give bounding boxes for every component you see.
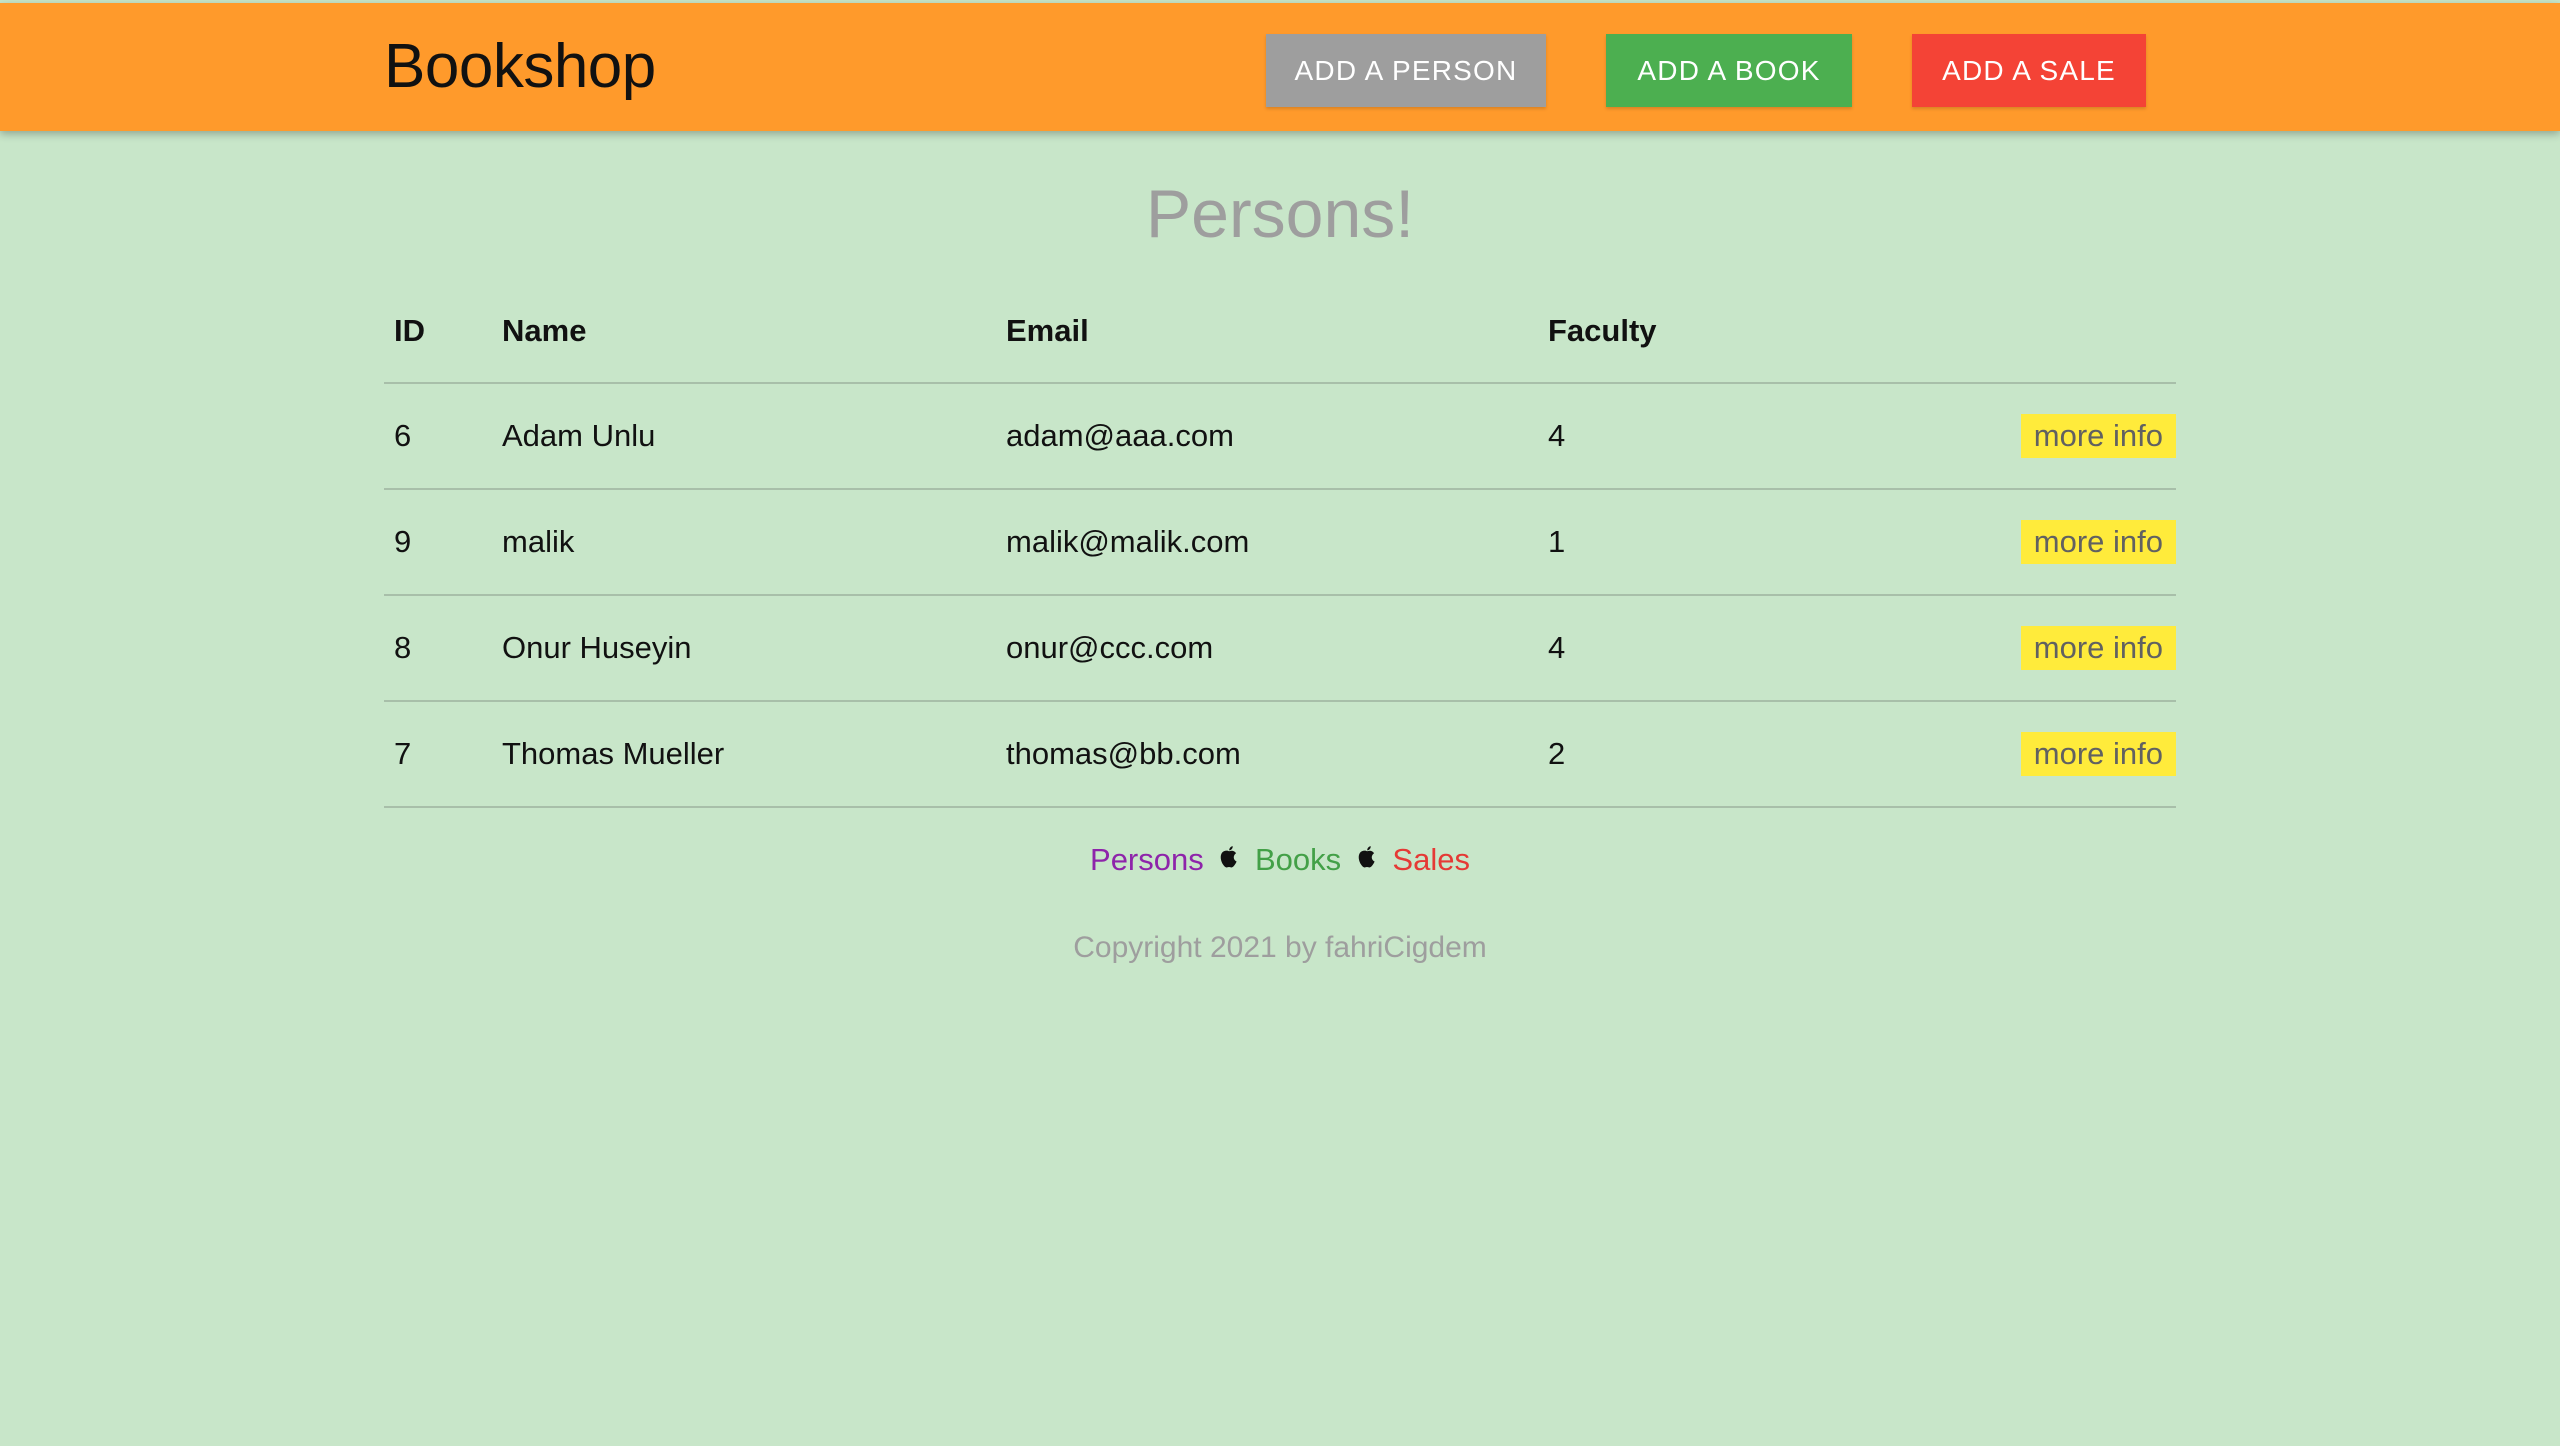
table-row: 8 Onur Huseyin onur@ccc.com 4 more info — [384, 595, 2176, 702]
column-header-id: ID — [384, 280, 492, 384]
table-row: 6 Adam Unlu adam@aaa.com 4 more info — [384, 383, 2176, 490]
cell-action: more info — [1848, 489, 2176, 596]
cell-email: adam@aaa.com — [996, 383, 1538, 490]
top-navbar: Bookshop ADD A PERSON ADD A BOOK ADD A S… — [0, 3, 2560, 131]
footer-link-books[interactable]: Books — [1255, 842, 1341, 877]
persons-table: ID Name Email Faculty 6 Adam Unlu adam@a… — [384, 280, 2176, 808]
cell-faculty: 4 — [1538, 383, 1848, 490]
cell-action: more info — [1848, 383, 2176, 490]
add-sale-button[interactable]: ADD A SALE — [1912, 34, 2146, 107]
apple-icon — [1219, 841, 1239, 877]
cell-name: Onur Huseyin — [492, 595, 996, 702]
column-header-name: Name — [492, 280, 996, 384]
more-info-button[interactable]: more info — [2020, 520, 2176, 564]
more-info-button[interactable]: more info — [2020, 732, 2176, 776]
cell-id: 8 — [384, 595, 492, 702]
cell-id: 9 — [384, 489, 492, 596]
cell-email: malik@malik.com — [996, 489, 1538, 596]
cell-email: thomas@bb.com — [996, 701, 1538, 808]
add-book-button[interactable]: ADD A BOOK — [1606, 34, 1852, 107]
page-title: Persons! — [1145, 176, 1415, 252]
copyright-text: Copyright 2021 by fahriCigdem — [1073, 931, 1487, 964]
cell-name: Thomas Mueller — [492, 701, 996, 808]
footer-link-sales[interactable]: Sales — [1392, 842, 1470, 877]
column-header-action — [1848, 280, 2176, 384]
more-info-button[interactable]: more info — [2020, 626, 2176, 670]
column-header-email: Email — [996, 280, 1538, 384]
cell-id: 7 — [384, 701, 492, 808]
table-header-row: ID Name Email Faculty — [384, 280, 2176, 384]
column-header-faculty: Faculty — [1538, 280, 1848, 384]
cell-name: malik — [492, 489, 996, 596]
cell-email: onur@ccc.com — [996, 595, 1538, 702]
brand-logo[interactable]: Bookshop — [384, 3, 656, 131]
cell-faculty: 4 — [1538, 595, 1848, 702]
cell-faculty: 2 — [1538, 701, 1848, 808]
footer-link-persons[interactable]: Persons — [1090, 842, 1204, 877]
more-info-button[interactable]: more info — [2020, 414, 2176, 458]
add-person-button[interactable]: ADD A PERSON — [1266, 34, 1546, 107]
cell-action: more info — [1848, 701, 2176, 808]
cell-name: Adam Unlu — [492, 383, 996, 490]
footer-links: Persons Books Sales — [0, 842, 2560, 880]
cell-faculty: 1 — [1538, 489, 1848, 596]
table-row: 7 Thomas Mueller thomas@bb.com 2 more in… — [384, 701, 2176, 808]
cell-id: 6 — [384, 383, 492, 490]
table-row: 9 malik malik@malik.com 1 more info — [384, 489, 2176, 596]
apple-icon — [1357, 841, 1377, 877]
cell-action: more info — [1848, 595, 2176, 702]
